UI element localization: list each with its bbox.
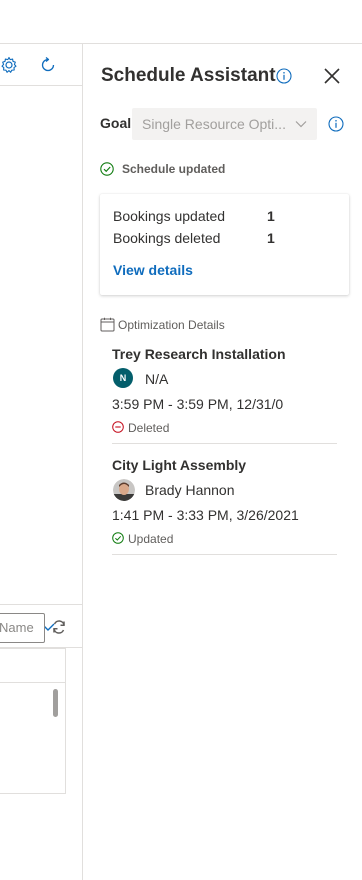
bookings-updated-label: Bookings updated [113, 208, 226, 224]
chevron-down-icon [295, 121, 307, 128]
resource-grid [0, 648, 66, 794]
resource-name: N/A [145, 371, 169, 387]
booking-name: Trey Research Installation [112, 346, 286, 362]
bookings-deleted-label: Bookings deleted [113, 230, 221, 246]
avatar [113, 479, 135, 501]
resource-name: Brady Hannon [145, 482, 235, 498]
gear-icon[interactable] [0, 56, 18, 74]
refresh-icon[interactable] [39, 56, 57, 74]
info-icon[interactable] [276, 68, 292, 84]
goal-label: Goal [100, 115, 132, 131]
refresh-icon[interactable] [51, 619, 67, 635]
booking-time: 1:41 PM - 3:33 PM, 3/26/2021 [112, 507, 299, 523]
avatar: N [113, 368, 133, 388]
panel-title: Schedule Assistant [101, 65, 276, 86]
check-circle-icon [112, 532, 124, 544]
calendar-icon [100, 317, 115, 332]
optimization-details-label: Optimization Details [118, 318, 225, 332]
list-item[interactable]: Trey Research Installation N N/A 3:59 PM… [112, 346, 337, 444]
schedule-assistant-panel: Schedule Assistant Goal Single Resource … [84, 44, 362, 880]
summary-card: Bookings updated 1 Bookings deleted 1 Vi… [100, 194, 349, 295]
list-item[interactable]: City Light Assembly Brady Hannon 1:41 PM… [112, 457, 337, 555]
bookings-deleted-count: 1 [267, 230, 275, 246]
name-filter-placeholder: Name [0, 620, 34, 635]
resource-grid-header [0, 649, 65, 683]
schedule-status-text: Schedule updated [122, 162, 226, 176]
goal-dropdown[interactable]: Single Resource Opti... [132, 108, 317, 140]
board-toolbar [0, 44, 83, 86]
booking-status: Deleted [128, 421, 170, 435]
booking-name: City Light Assembly [112, 457, 247, 473]
name-filter-input[interactable]: Name [0, 613, 45, 643]
booking-status: Updated [128, 532, 174, 546]
bookings-updated-count: 1 [267, 208, 275, 224]
top-strip [0, 0, 362, 44]
view-details-link[interactable]: View details [113, 262, 193, 278]
goal-dropdown-value: Single Resource Opti... [142, 116, 286, 132]
booking-time: 3:59 PM - 3:59 PM, 12/31/0 [112, 396, 284, 412]
minus-circle-icon [112, 421, 124, 433]
scrollbar-thumb[interactable] [53, 689, 58, 717]
close-icon[interactable] [322, 66, 342, 86]
info-icon[interactable] [328, 116, 344, 132]
check-circle-icon [100, 162, 114, 176]
